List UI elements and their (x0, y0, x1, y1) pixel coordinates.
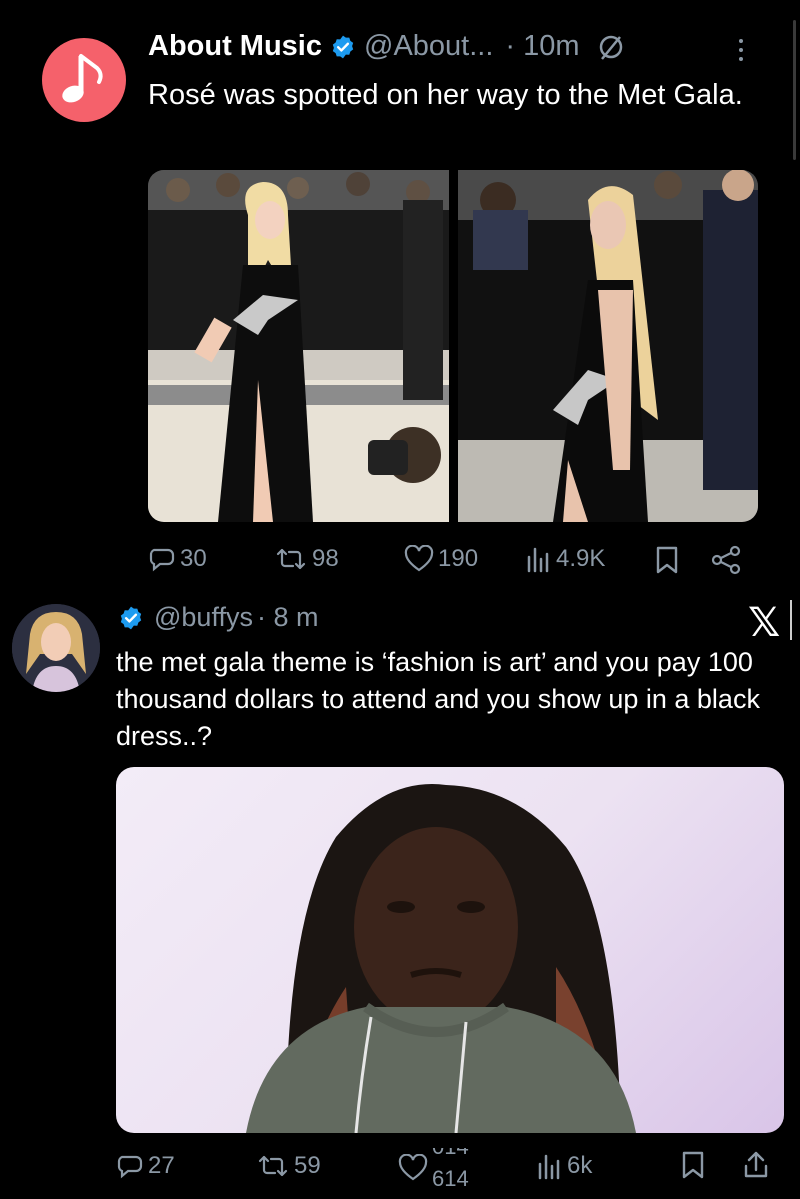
repost-icon (276, 548, 306, 570)
share-icon (744, 1151, 768, 1178)
tweet1-photo-left[interactable] (148, 170, 449, 522)
reply-icon (117, 1155, 143, 1179)
tweet1-text: Rosé was spotted on her way to the Met G… (148, 79, 743, 111)
buffys-avatar[interactable] (12, 604, 100, 692)
tweet2-like-counter: 014 614 (432, 1148, 478, 1188)
like-icon (398, 1154, 428, 1181)
tweet1-like-button[interactable]: 190 (404, 545, 478, 573)
tweet1-repost-count: 98 (312, 545, 339, 572)
views-icon (527, 547, 549, 573)
tweet2-bookmark-button[interactable] (680, 1150, 706, 1180)
verified-badge-icon (332, 35, 354, 58)
tweet2-views-count: 6k (567, 1152, 593, 1179)
tweet2-repost-button[interactable]: 59 (256, 1152, 321, 1180)
tweet2-share-button[interactable] (742, 1150, 770, 1180)
red-carpet-photo-left (148, 170, 449, 522)
tweet1-header: About Music @About... · 10m (148, 30, 626, 63)
tweet1-author-name[interactable]: About Music (148, 30, 322, 63)
tweet1-like-count: 190 (438, 545, 479, 572)
tweet1-views-button[interactable]: 4.9K (524, 545, 605, 573)
tweet1-reply-button[interactable]: 30 (148, 545, 207, 573)
divider (790, 600, 792, 640)
reaction-image (246, 784, 636, 1133)
tweet1-photo-right[interactable] (458, 170, 758, 522)
tweet2-media[interactable] (116, 767, 784, 1133)
tweet1-bookmark-button[interactable] (654, 545, 680, 575)
tweet2-time[interactable]: · 8 m (257, 602, 319, 633)
more-icon[interactable] (732, 30, 750, 70)
tweet2-reply-button[interactable]: 27 (116, 1152, 175, 1180)
tweet2-reply-count: 27 (148, 1152, 175, 1179)
tweet1-time[interactable]: · 10m (505, 30, 579, 63)
tweet1-share-button[interactable] (710, 545, 742, 575)
views-icon (538, 1154, 560, 1180)
tweet2-like-count: 614 (432, 1166, 469, 1188)
tweet1-handle[interactable]: @About... (364, 30, 493, 63)
tweet2-text: the met gala theme is ‘fashion is art’ a… (116, 647, 760, 751)
about-music-avatar[interactable] (42, 38, 126, 122)
bookmark-icon (682, 1151, 704, 1179)
tweet1-repost-button[interactable]: 98 (274, 545, 339, 573)
reply-icon (149, 548, 175, 572)
profile-photo (12, 604, 100, 692)
tweet2-header: @buffys · 8 m (118, 602, 318, 633)
share-icon (711, 545, 741, 575)
verified-badge-icon (120, 606, 142, 629)
tweet1-views-count: 4.9K (556, 545, 606, 572)
tweet2-like-button[interactable]: 014 614 (398, 1148, 478, 1188)
tweet2-handle[interactable]: @buffys (154, 602, 253, 633)
red-carpet-photo-right (458, 170, 758, 522)
x-logo-icon: 𝕏 (748, 600, 781, 646)
bookmark-icon (656, 546, 678, 574)
scrollbar[interactable] (793, 20, 796, 160)
tweet2-repost-count: 59 (294, 1152, 321, 1179)
tweet2-like-count-old: 014 (432, 1148, 469, 1160)
music-note-icon (62, 54, 103, 103)
mute-icon (599, 35, 622, 60)
tweet1-reply-count: 30 (180, 545, 207, 572)
tweet2-views-button[interactable]: 6k (535, 1152, 592, 1180)
repost-icon (258, 1155, 288, 1177)
like-icon (404, 545, 434, 572)
